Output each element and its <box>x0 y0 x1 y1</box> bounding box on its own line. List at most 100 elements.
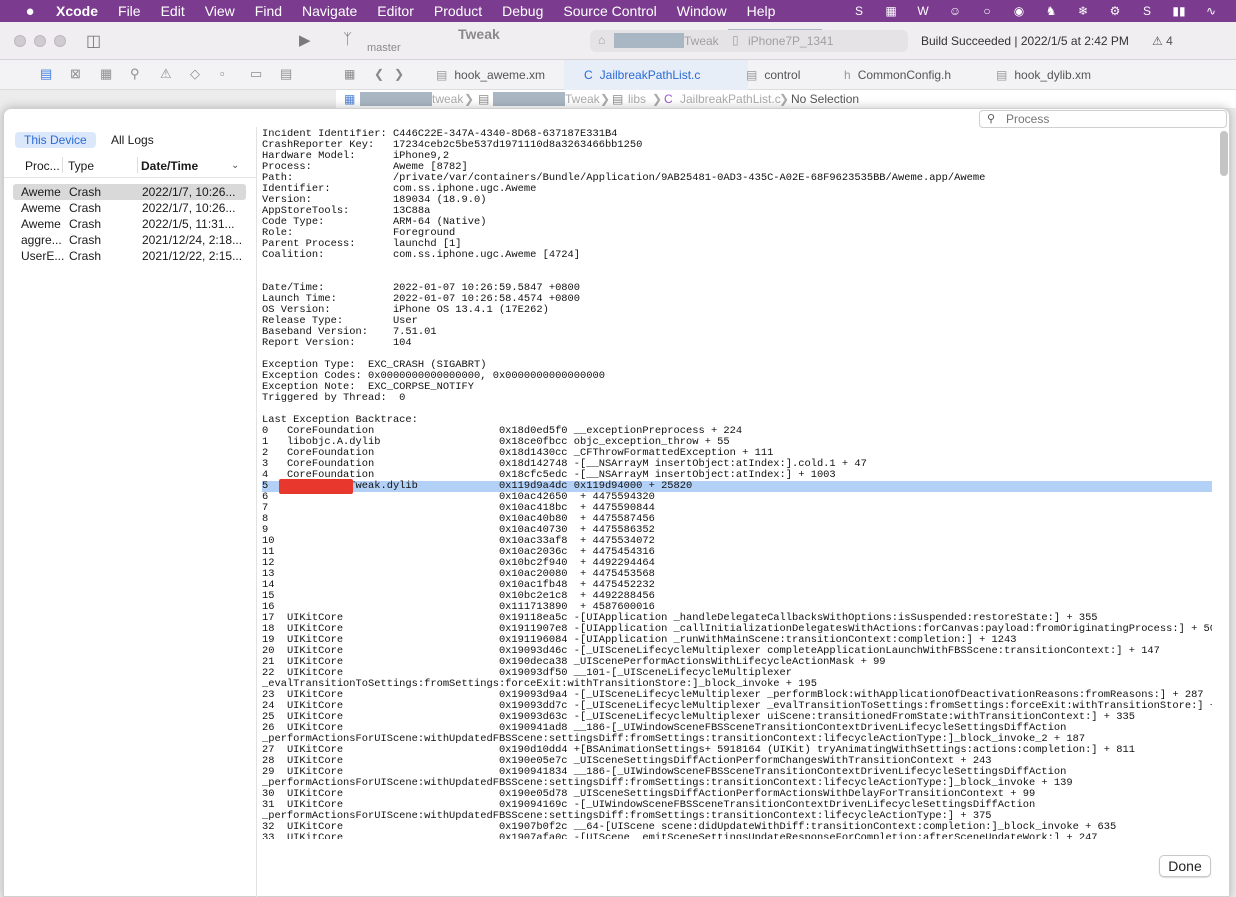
menu-product[interactable]: Product <box>434 3 482 19</box>
redaction-mark <box>279 479 353 494</box>
tab-hook-dylib[interactable]: ▤ hook_dylib.xm <box>996 60 1146 90</box>
chevron-right-icon: ❯ <box>652 92 663 106</box>
menu-editor[interactable]: Editor <box>377 3 414 19</box>
forward-arrow-icon[interactable]: ❯ <box>394 67 404 81</box>
menu-source-control[interactable]: Source Control <box>563 3 656 19</box>
jumpbar-file[interactable]: JailbreakPathList.c <box>680 92 781 106</box>
snowflake-icon[interactable]: ❄ <box>1072 3 1094 19</box>
process-search-field[interactable]: ⚲ <box>979 110 1227 128</box>
scheme-name[interactable]: Tweak <box>364 26 822 45</box>
apple-icon[interactable]: ● <box>20 3 40 20</box>
filter-this-device[interactable]: This Device <box>15 132 96 148</box>
navigator-selector-bar: ▤ ⊠ ▦ ⚲ ⚠ ◇ ▫ ▭ ▤ <box>0 60 336 90</box>
tab-hook-aweme[interactable]: ▤ hook_aweme.xm <box>436 60 556 90</box>
warning-icon: ⚠ <box>1152 34 1163 48</box>
chevron-down-icon[interactable]: ⌄ <box>231 160 239 171</box>
scheme-device-selector[interactable]: ⌂ Tweak ▯ iPhone7P_1341 <box>590 30 908 52</box>
menu-window[interactable]: Window <box>677 3 727 19</box>
crash-log-text: Incident Identifier: C446C22E-347A-4340-… <box>262 129 1212 839</box>
menu-help[interactable]: Help <box>747 3 776 19</box>
column-divider <box>62 157 63 173</box>
grid-icon[interactable]: ▦ <box>344 67 355 81</box>
symbol-icon[interactable]: ▦ <box>100 66 112 82</box>
jumpbar-selection[interactable]: No Selection <box>791 92 859 106</box>
minimize-window-button[interactable] <box>34 35 46 47</box>
menu-app-name[interactable]: Xcode <box>56 3 98 19</box>
shield-icon[interactable]: ◉ <box>1008 3 1030 19</box>
crash-row[interactable]: Aweme Crash 2022/1/5, 11:31... <box>13 216 246 232</box>
building-icon: ⌂ <box>598 33 606 47</box>
log-scrollbar[interactable] <box>1220 131 1228 176</box>
folder-icon: ▤ <box>478 92 490 106</box>
crash-row[interactable]: aggre... Crash 2021/12/24, 2:18... <box>13 232 246 248</box>
crash-row[interactable]: Aweme Crash 2022/1/7, 10:26... <box>13 200 246 216</box>
jumpbar-libs[interactable]: libs <box>628 92 646 106</box>
search-icon[interactable]: ⚲ <box>130 66 140 82</box>
finder-icon[interactable]: ☺ <box>944 3 966 19</box>
jump-bar: ▦ tweak ❯ ▤ Tweak ❯ ▤ libs ❯ C Jailbreak… <box>336 90 1236 108</box>
search-input[interactable] <box>1006 112 1221 126</box>
wifi-icon[interactable]: ∿ <box>1200 3 1222 19</box>
chevron-right-icon: ❯ <box>464 92 475 106</box>
tab-control[interactable]: ▤ control <box>746 60 846 90</box>
col-date[interactable]: Date/Time <box>141 159 198 173</box>
device-scheme-name: Tweak <box>684 34 719 48</box>
menu-navigate[interactable]: Navigate <box>302 3 357 19</box>
c-file-icon: C <box>584 68 593 82</box>
jumpbar-project[interactable]: tweak <box>432 92 463 106</box>
filter-all-logs[interactable]: All Logs <box>102 132 163 148</box>
debug-icon[interactable]: ▫ <box>220 66 225 81</box>
crash-row[interactable]: Aweme Crash 2022/1/7, 10:26... <box>13 184 246 200</box>
menu-debug[interactable]: Debug <box>502 3 543 19</box>
tab-jailbreak-path-list[interactable]: C JailbreakPathList.c <box>564 60 748 90</box>
s-app-icon-2[interactable]: S <box>1136 3 1158 19</box>
menu-view[interactable]: View <box>205 3 235 19</box>
chevron-right-icon: ❯ <box>600 92 611 106</box>
log-line: Triggered by Thread: 0 <box>262 392 406 404</box>
editor-tab-bar: ▦ ❮ ❯ ▤ hook_aweme.xm C JailbreakPathList.… <box>336 60 1236 90</box>
close-window-button[interactable] <box>14 35 26 47</box>
done-button[interactable]: Done <box>1159 855 1211 877</box>
jumpbar-group[interactable]: Tweak <box>565 92 600 106</box>
h-file-icon: h <box>844 68 851 82</box>
test-icon[interactable]: ◇ <box>190 66 200 82</box>
crash-log-view[interactable]: Incident Identifier: C446C22E-347A-4340-… <box>262 129 1212 839</box>
s-app-icon[interactable]: S <box>848 3 870 19</box>
sidebar-toggle-icon[interactable]: ◫ <box>86 31 101 51</box>
redaction <box>360 92 432 106</box>
chevron-right-icon: ❯ <box>779 92 790 106</box>
report-icon[interactable]: ▤ <box>280 66 292 82</box>
folder-icon: ▤ <box>612 92 624 106</box>
col-process[interactable]: Proc... <box>25 159 60 173</box>
zoom-window-button[interactable] <box>54 35 66 47</box>
battery-icon[interactable]: ▮▮ <box>1168 3 1190 19</box>
menu-find[interactable]: Find <box>255 3 282 19</box>
breakpoint-icon[interactable]: ▭ <box>250 66 262 82</box>
folder-icon[interactable]: ▤ <box>40 66 52 82</box>
col-type[interactable]: Type <box>68 159 94 173</box>
issue-icon[interactable]: ⚠ <box>160 66 172 82</box>
source-control-icon[interactable]: ⊠ <box>70 66 81 82</box>
back-arrow-icon[interactable]: ❮ <box>374 67 384 81</box>
document-icon: ▤ <box>746 68 758 82</box>
log-line: Coalition: com.ss.iphone.ugc.Aweme [4724… <box>262 249 581 261</box>
wechat-icon[interactable]: ○ <box>976 3 998 19</box>
horse-icon[interactable]: ♞ <box>1040 3 1062 19</box>
search-icon: ⚲ <box>987 113 996 125</box>
word-icon[interactable]: W <box>912 3 934 19</box>
warning-count[interactable]: ⚠ 4 <box>1152 34 1173 48</box>
crash-row[interactable]: UserE... Crash 2021/12/22, 2:15... <box>13 248 246 264</box>
document-icon: ▤ <box>436 68 448 82</box>
menu-file[interactable]: File <box>118 3 141 19</box>
project-icon: ▦ <box>344 92 356 106</box>
crash-list-pane: This Device All Logs Proc... Type Date/T… <box>4 127 257 897</box>
tool-icon[interactable]: ⚙ <box>1104 3 1126 19</box>
menu-bar: ● Xcode File Edit View Find Navigate Edi… <box>0 0 1236 22</box>
run-icon[interactable]: ▶ <box>299 31 311 49</box>
input-method-icon[interactable]: ▦ <box>880 3 902 19</box>
column-header: Proc... Type Date/Time ⌄ <box>4 154 256 178</box>
tab-common-config[interactable]: h CommonConfig.h <box>844 60 994 90</box>
device-name: iPhone7P_1341 <box>748 34 834 48</box>
c-file-icon: C <box>664 92 673 106</box>
menu-edit[interactable]: Edit <box>161 3 185 19</box>
